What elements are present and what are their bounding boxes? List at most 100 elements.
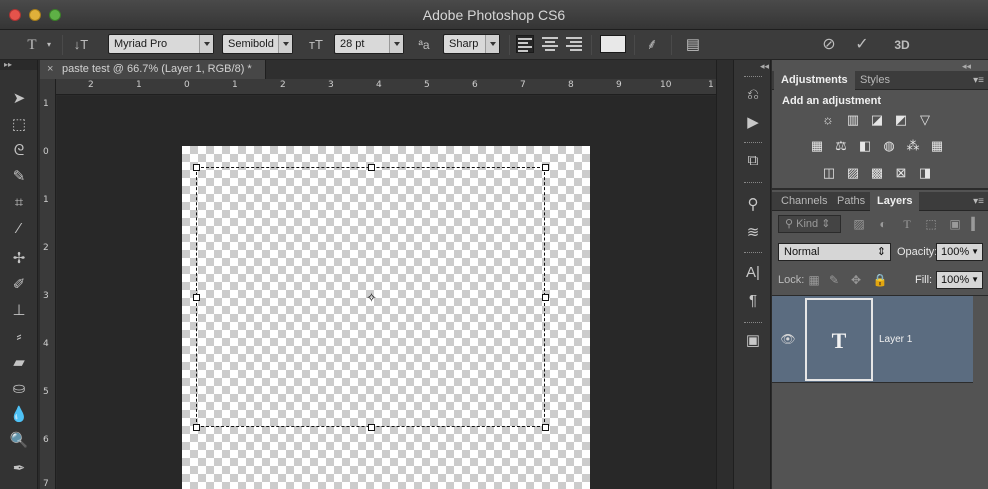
gradient-map-icon[interactable]: ⊠ (892, 165, 910, 181)
levels-icon[interactable]: ▥ (844, 112, 862, 128)
close-tab-icon[interactable]: × (47, 60, 53, 79)
properties-panel-icon[interactable]: ▣ (741, 330, 765, 352)
history-brush-tool-icon[interactable]: ⸗ (7, 326, 31, 348)
transform-handle-right[interactable] (542, 294, 549, 301)
threshold-icon[interactable]: ▩ (868, 165, 886, 181)
character-panel-icon[interactable]: ▤ (682, 35, 704, 55)
history-panel-icon[interactable]: ⎌ (741, 84, 765, 106)
collapse-icon[interactable]: ◂◂ (760, 61, 769, 72)
align-left-button[interactable] (516, 35, 534, 53)
layer-thumbnail[interactable]: T (805, 298, 873, 381)
channel-mixer-icon[interactable]: ⁂ (904, 138, 922, 154)
font-size-select[interactable]: 28 pt (334, 34, 404, 54)
color-balance-icon[interactable]: ⚖ (832, 138, 850, 154)
brush-presets-icon[interactable]: ≋ (741, 222, 765, 244)
shape-filter-icon[interactable]: ⬚ (923, 216, 939, 232)
horizontal-ruler[interactable]: 2 1 0 1 2 3 4 5 6 7 8 9 10 1 (56, 79, 716, 95)
font-style-select[interactable]: Semibold (222, 34, 293, 54)
type-filter-icon[interactable]: T (899, 216, 915, 232)
photo-filter-icon[interactable]: ◍ (880, 138, 898, 154)
transform-handle-top[interactable] (368, 164, 375, 171)
panel-menu-icon[interactable]: ▾≡ (973, 196, 984, 207)
chevron-down-icon[interactable]: ▼ (971, 244, 979, 260)
opacity-field[interactable]: 100% ▼ (936, 243, 983, 261)
adjustment-filter-icon[interactable]: ◐ (875, 216, 891, 232)
brush-tool-icon[interactable]: ✐ (7, 274, 31, 296)
marquee-tool-icon[interactable]: ⬚ (7, 114, 31, 136)
align-center-button[interactable] (541, 35, 559, 53)
vertical-scrollbar[interactable] (716, 60, 733, 489)
font-family-select[interactable]: Myriad Pro (108, 34, 214, 54)
paint-bucket-tool-icon[interactable]: ⛀ (7, 378, 31, 400)
transform-handle-top-left[interactable] (193, 164, 200, 171)
text-orientation-icon[interactable]: ↓T (70, 35, 92, 55)
tab-channels[interactable]: Channels (774, 192, 834, 211)
hue-saturation-icon[interactable]: ▦ (808, 138, 826, 154)
3d-mode-button[interactable]: 3D (891, 35, 913, 55)
text-color-swatch[interactable] (600, 35, 626, 53)
pixel-filter-icon[interactable]: ▨ (851, 216, 867, 232)
panel-grip[interactable] (744, 76, 762, 79)
panel-grip[interactable] (744, 182, 762, 185)
black-white-icon[interactable]: ◧ (856, 138, 874, 154)
lock-all-icon[interactable]: 🔒 (872, 272, 888, 288)
eyedropper-tool-icon[interactable]: ⁄ (7, 218, 31, 240)
chevron-down-icon[interactable]: ▾ (44, 35, 54, 55)
cancel-edits-icon[interactable]: ⊘ (819, 35, 839, 55)
clone-stamp-tool-icon[interactable]: ⊥ (7, 300, 31, 322)
panel-grip[interactable] (744, 142, 762, 145)
align-right-button[interactable] (565, 35, 583, 53)
transform-handle-left[interactable] (193, 294, 200, 301)
healing-brush-tool-icon[interactable]: ✢ (7, 248, 31, 270)
filter-toggle-icon[interactable]: ▍ (968, 216, 984, 232)
brightness-contrast-icon[interactable]: ☼ (819, 112, 837, 128)
lock-pixels-icon[interactable]: ✎ (826, 272, 842, 288)
paragraph-panel-icon[interactable]: ¶ (741, 290, 765, 312)
lock-transparency-icon[interactable]: ▦ (806, 272, 822, 288)
smart-object-filter-icon[interactable]: ▣ (947, 216, 963, 232)
visibility-eye-icon[interactable]: 👁 (780, 332, 796, 346)
layer-name[interactable]: Layer 1 (879, 334, 912, 345)
brush-panel-icon[interactable]: ⚲ (741, 194, 765, 216)
blend-mode-select[interactable]: Normal ⇕ (778, 243, 891, 261)
transform-handle-top-right[interactable] (542, 164, 549, 171)
fill-field[interactable]: 100% ▼ (936, 271, 983, 289)
lasso-tool-icon[interactable]: ᘓ (7, 140, 31, 162)
document-tab[interactable]: × paste test @ 66.7% (Layer 1, RGB/8) * (40, 60, 266, 79)
layer-row[interactable]: 👁 T Layer 1 (772, 296, 973, 383)
tab-paths[interactable]: Paths (830, 192, 872, 211)
tab-layers[interactable]: Layers (870, 192, 920, 211)
reference-point-icon[interactable]: ✧ (365, 291, 378, 304)
exposure-icon[interactable]: ◩ (892, 112, 910, 128)
color-lookup-icon[interactable]: ▦ (928, 138, 946, 154)
vertical-ruler[interactable]: 1 0 1 2 3 4 5 6 7 (40, 79, 56, 489)
vibrance-icon[interactable]: ▽ (916, 112, 934, 128)
transform-handle-bottom[interactable] (368, 424, 375, 431)
curves-icon[interactable]: ◪ (868, 112, 886, 128)
chevron-down-icon[interactable]: ▼ (971, 272, 979, 288)
filter-kind-select[interactable]: ⚲ Kind ⇕ (778, 215, 841, 233)
antialias-select[interactable]: Sharp (443, 34, 500, 54)
panel-grip[interactable] (744, 322, 762, 325)
eraser-tool-icon[interactable]: ▰ (7, 352, 31, 374)
actions-panel-icon[interactable]: ▶ (741, 112, 765, 134)
transform-handle-bottom-right[interactable] (542, 424, 549, 431)
dodge-tool-icon[interactable]: 🔍 (7, 430, 31, 452)
pen-tool-icon[interactable]: ✒ (7, 458, 31, 480)
panel-grip[interactable]: ▸▸ (0, 60, 37, 70)
invert-icon[interactable]: ◫ (820, 165, 838, 181)
lock-position-icon[interactable]: ✥ (848, 272, 864, 288)
type-tool-preset-icon[interactable]: T (22, 35, 42, 55)
character-panel-icon[interactable]: A| (741, 262, 765, 284)
tab-adjustments[interactable]: Adjustments (774, 71, 855, 90)
transform-handle-bottom-left[interactable] (193, 424, 200, 431)
move-tool-icon[interactable]: ➤ (7, 88, 31, 110)
warp-text-icon[interactable]: ⸙ (642, 35, 662, 55)
blur-tool-icon[interactable]: 💧 (7, 404, 31, 426)
posterize-icon[interactable]: ▨ (844, 165, 862, 181)
tab-styles[interactable]: Styles (853, 71, 897, 90)
3d-panel-icon[interactable]: ⧉ (741, 150, 765, 172)
crop-tool-icon[interactable]: ⌗ (7, 192, 31, 214)
panel-grip[interactable] (744, 252, 762, 255)
selective-color-icon[interactable]: ◨ (916, 165, 934, 181)
